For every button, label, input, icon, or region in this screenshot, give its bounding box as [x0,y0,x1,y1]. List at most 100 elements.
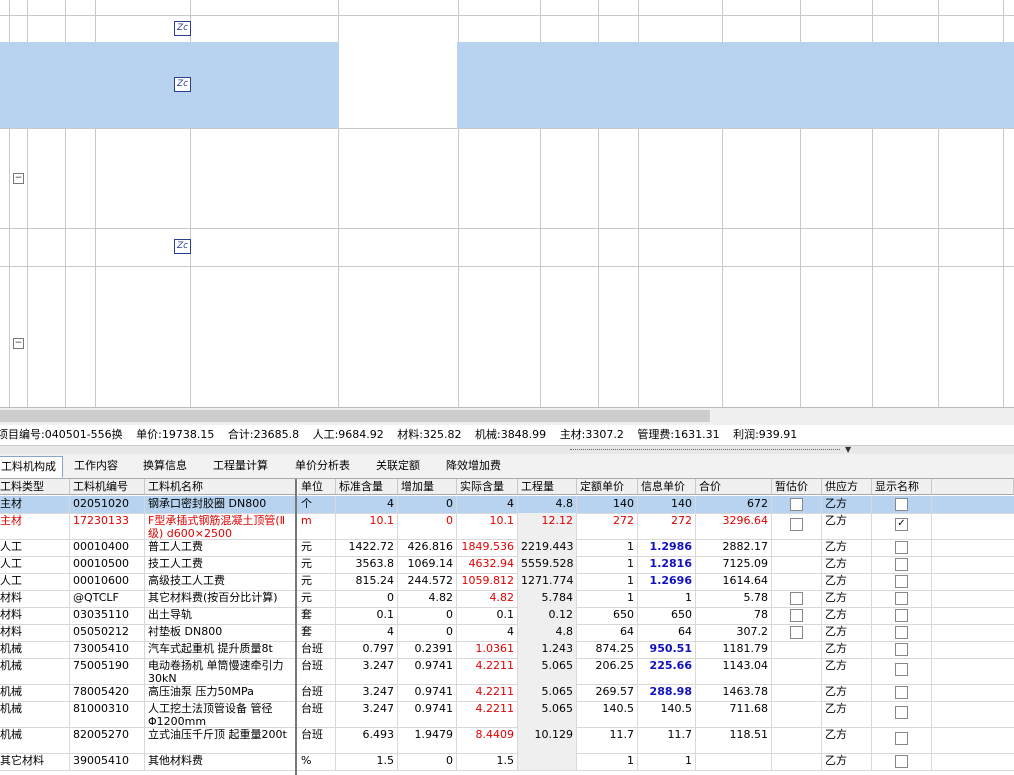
cell-show[interactable] [872,607,932,624]
grid-header-supplier[interactable]: 供应方 [822,479,872,495]
cell-name[interactable]: 高压油泵 压力50MPa [145,684,296,701]
material-row[interactable]: 材料 05050212 衬垫板 DN800 套 4 0 4 4.8 64 64 307.2 乙方 [0,624,1014,642]
cell-name[interactable]: 汽车式起重机 提升质量8t [145,641,296,658]
display-name-checkbox[interactable] [895,732,908,745]
cell-std[interactable]: 3.247 [336,684,398,701]
cell-info[interactable]: 64 [638,624,696,641]
cell-show[interactable] [872,624,932,641]
cell-std[interactable]: 1422.72 [336,539,398,556]
display-name-checkbox[interactable] [895,574,908,588]
tab-related-quota[interactable]: 关联定额 [370,456,426,476]
cell-add[interactable]: 0.9741 [398,658,457,684]
cell-show[interactable] [872,658,932,684]
cell-std[interactable]: 815.24 [336,573,398,590]
cell-add[interactable]: 4.82 [398,590,457,607]
material-row[interactable]: 机械 78005420 高压油泵 压力50MPa 台班 3.247 0.9741 4.221… [0,684,1014,702]
cell-name[interactable]: 出土导轨 [145,607,296,624]
cell-info[interactable]: 225.66 [638,658,696,684]
cell-supplier[interactable]: 乙方 [822,684,872,701]
grid-header-code[interactable]: 工料机编号 [70,479,145,495]
cell-std[interactable]: 4 [336,496,398,513]
cell-supplier[interactable]: 乙方 [822,658,872,684]
cell-name[interactable]: 人工挖土法顶管设备 管径Φ1200mm [145,701,296,727]
cell-info[interactable]: 1 [638,753,696,770]
cell-name[interactable]: 衬垫板 DN800 [145,624,296,641]
cell-est[interactable] [772,624,822,641]
cell-name[interactable]: 其他材料费 [145,753,296,770]
cell-supplier[interactable]: 乙方 [822,641,872,658]
cell-add[interactable]: 0 [398,496,457,513]
cell-name[interactable]: 电动卷扬机 单筒慢速牵引力30kN [145,658,296,684]
chevron-down-icon[interactable]: ▼ [845,446,855,454]
display-name-checkbox[interactable] [895,625,908,639]
grid-header-quota[interactable]: 定额单价 [577,479,638,495]
cell-add[interactable]: 244.572 [398,573,457,590]
cell-est[interactable] [772,753,822,770]
panel-splitter[interactable]: ▼ [0,446,1014,454]
cell-est[interactable] [772,684,822,701]
scrollbar-thumb[interactable] [0,410,710,422]
cell-est[interactable] [772,573,822,590]
bill-item-row[interactable]: − [0,266,1014,407]
cell-info[interactable]: 288.98 [638,684,696,701]
cell-std[interactable]: 3.247 [336,701,398,727]
cell-std[interactable]: 1.5 [336,753,398,770]
cell-add[interactable]: 1069.14 [398,556,457,573]
cell-supplier[interactable]: 乙方 [822,573,872,590]
display-name-checkbox[interactable] [895,685,908,699]
grid-header-type[interactable]: 工料类型 [0,479,70,495]
tab-material-composition[interactable]: 工料机构成 [0,456,63,478]
cell-supplier[interactable]: 乙方 [822,607,872,624]
material-row[interactable]: 其它材料 39005410 其他材料费% 1.5 0 1.5 1 1 乙方 [0,753,1014,771]
cell-show[interactable]: ✓ [872,513,932,539]
estimate-checkbox[interactable] [790,608,803,622]
collapse-icon[interactable]: − [13,173,24,184]
quota-row[interactable]: Zc [0,42,1014,129]
grid-header-add[interactable]: 增加量 [398,479,457,495]
display-name-checkbox[interactable] [895,608,908,622]
cell-std[interactable]: 3.247 [336,658,398,684]
cell-name[interactable]: 普工人工费 [145,539,296,556]
cell-est[interactable] [772,513,822,539]
cell-supplier[interactable]: 乙方 [822,753,872,770]
cell-add[interactable]: 0 [398,624,457,641]
tab-conversion-info[interactable]: 换算信息 [137,456,193,476]
cell-info[interactable]: 950.51 [638,641,696,658]
cell-show[interactable] [872,684,932,701]
cell-info[interactable]: 272 [638,513,696,539]
material-row[interactable]: 人工 00010500 技工人工费元 3563.8 1069.14 4632.94 5559… [0,556,1014,574]
bill-item-row[interactable] [0,0,1014,16]
cell-est[interactable] [772,539,822,556]
display-name-checkbox[interactable] [895,540,908,554]
cell-show[interactable] [872,727,932,753]
cell-std[interactable]: 10.1 [336,513,398,539]
cell-show[interactable] [872,539,932,556]
cell-info[interactable]: 1.2696 [638,573,696,590]
quota-type-icon[interactable]: Zc [174,77,191,92]
display-name-checkbox[interactable] [895,663,908,676]
horizontal-scrollbar[interactable] [0,407,1014,425]
cell-std[interactable]: 0.797 [336,641,398,658]
material-row[interactable]: 机械 82005270 立式油压千斤顶 起重量200t 台班 6.493 1.9479 8.… [0,727,1014,754]
cell-std[interactable]: 4 [336,624,398,641]
cell-supplier[interactable]: 乙方 [822,624,872,641]
cell-add[interactable]: 426.816 [398,539,457,556]
cell-std[interactable]: 0 [336,590,398,607]
cell-add[interactable]: 0 [398,607,457,624]
bill-item-row[interactable]: − [0,128,1014,229]
cell-name[interactable]: 高级技工人工费 [145,573,296,590]
cell-std[interactable]: 3563.8 [336,556,398,573]
material-row[interactable]: 机械 73005410 汽车式起重机 提升质量8t 台班 0.797 0.2391 1.03… [0,641,1014,659]
grid-header-sum[interactable]: 合价 [696,479,772,495]
material-row[interactable]: 人工 00010600 高级技工人工费元 815.24 244.572 1059.812 1… [0,573,1014,591]
cell-info[interactable]: 1.2986 [638,539,696,556]
material-row[interactable]: 材料 03035110 出土导轨套 0.1 0 0.1 0.12 650 650 78 乙方 [0,607,1014,625]
quota-row[interactable]: Zc [0,15,1014,43]
cell-est[interactable] [772,641,822,658]
cell-supplier[interactable]: 乙方 [822,556,872,573]
material-row[interactable]: 机械 75005190 电动卷扬机 单筒慢速牵引力30kN 台班 3.247 0.9741… [0,658,1014,685]
display-name-checkbox[interactable]: ✓ [895,518,908,531]
grid-header-actual[interactable]: 实际含量 [457,479,518,495]
cell-supplier[interactable]: 乙方 [822,496,872,513]
cell-est[interactable] [772,701,822,727]
